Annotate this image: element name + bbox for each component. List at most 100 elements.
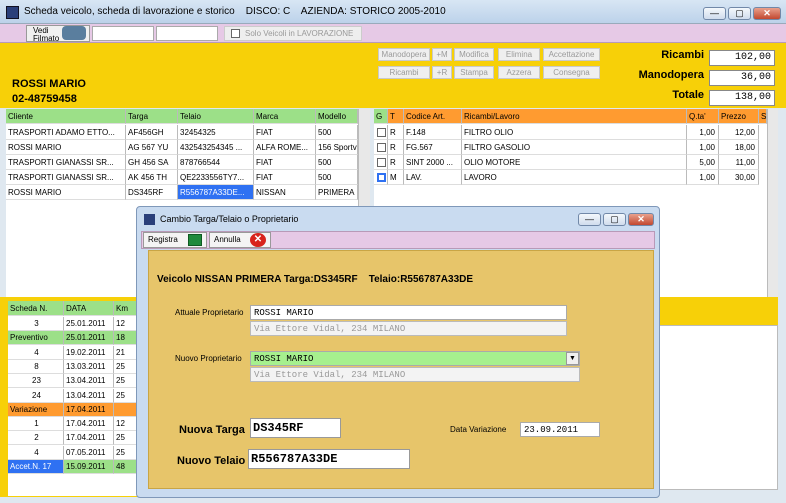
history-cell[interactable]: 17.04.2011: [64, 431, 114, 446]
vehicle-cell[interactable]: AK 456 TH: [126, 170, 178, 185]
stampa-button[interactable]: Stampa: [454, 66, 494, 79]
history-cell[interactable]: 19.02.2011: [64, 345, 114, 360]
col-ricambi-lavoro[interactable]: Ricambi/Lavoro: [462, 109, 687, 124]
vehicle-cell[interactable]: 32454325: [178, 125, 254, 140]
col-t[interactable]: T: [388, 109, 404, 124]
part-cell[interactable]: F.148: [404, 125, 462, 140]
vehicle-cell[interactable]: ROSSI MARIO: [6, 185, 126, 200]
maximize-button[interactable]: ▢: [728, 7, 751, 20]
row-checkbox[interactable]: [377, 128, 386, 137]
vehicle-cell[interactable]: AF456GH: [126, 125, 178, 140]
history-cell[interactable]: 17.04.2011: [64, 402, 114, 417]
part-cell[interactable]: R: [388, 155, 404, 170]
part-cell[interactable]: LAV.: [404, 170, 462, 185]
col-telaio[interactable]: Telaio: [178, 109, 254, 124]
vehicle-cell[interactable]: FIAT: [254, 125, 316, 140]
part-cell[interactable]: R: [388, 125, 404, 140]
add-ricambi-button[interactable]: +R: [432, 66, 452, 79]
manodopera-button[interactable]: Manodopera: [378, 48, 430, 61]
part-cell[interactable]: 1,00: [687, 140, 719, 155]
history-cell[interactable]: 13.03.2011: [64, 359, 114, 374]
attuale-proprietario-field[interactable]: ROSSI MARIO: [250, 305, 567, 320]
col-cliente[interactable]: Cliente: [6, 109, 126, 124]
history-cell[interactable]: 13.04.2011: [64, 388, 114, 403]
vehicle-cell[interactable]: GH 456 SA: [126, 155, 178, 170]
parts-scrollbar[interactable]: [767, 109, 778, 297]
vehicle-cell[interactable]: NISSAN: [254, 185, 316, 200]
history-cell[interactable]: 23: [8, 374, 64, 389]
vehicle-cell[interactable]: ROSSI MARIO: [6, 140, 126, 155]
vehicle-cell[interactable]: 156 Sportv: [316, 140, 358, 155]
minimize-button[interactable]: —: [703, 7, 726, 20]
part-cell[interactable]: 18,00: [719, 140, 759, 155]
col-marca[interactable]: Marca: [254, 109, 316, 124]
dialog-maximize-button[interactable]: ▢: [603, 213, 626, 226]
vehicle-cell[interactable]: DS345RF: [126, 185, 178, 200]
vehicle-cell[interactable]: ALFA ROME...: [254, 140, 316, 155]
consegna-button[interactable]: Consegna: [543, 66, 600, 79]
history-cell[interactable]: 3: [8, 317, 64, 331]
history-cell[interactable]: 13.04.2011: [64, 374, 114, 389]
history-cell[interactable]: 2: [8, 431, 64, 446]
vehicle-cell[interactable]: QE2233556TY7...: [178, 170, 254, 185]
history-cell[interactable]: 17.04.2011: [64, 417, 114, 432]
col-data[interactable]: DATA: [64, 301, 114, 316]
history-cell[interactable]: 25.01.2011: [64, 331, 114, 346]
vehicle-cell[interactable]: TRASPORTI GIANASSI SR...: [6, 170, 126, 185]
part-cell[interactable]: LAVORO: [462, 170, 687, 185]
part-cell[interactable]: FILTRO OLIO: [462, 125, 687, 140]
add-manodopera-button[interactable]: +M: [432, 48, 452, 61]
solo-veicoli-toggle[interactable]: Solo Veicoli in LAVORAZIONE: [224, 26, 362, 41]
vehicle-cell[interactable]: PRIMERA: [316, 185, 358, 200]
part-cell[interactable]: 12,00: [719, 125, 759, 140]
part-cell[interactable]: 30,00: [719, 170, 759, 185]
accettazione-button[interactable]: Accettazione: [543, 48, 600, 61]
part-cell[interactable]: 1,00: [687, 125, 719, 140]
nuovo-proprietario-select[interactable]: ROSSI MARIO: [250, 351, 580, 366]
modifica-button[interactable]: Modifica: [454, 48, 494, 61]
part-cell[interactable]: FILTRO GASOLIO: [462, 140, 687, 155]
dialog-minimize-button[interactable]: —: [578, 213, 601, 226]
history-cell[interactable]: 4: [8, 345, 64, 360]
close-button[interactable]: ✕: [753, 7, 781, 20]
vehicle-cell[interactable]: TRASPORTI ADAMO ETTO...: [6, 125, 126, 140]
row-checkbox[interactable]: [377, 173, 386, 182]
history-cell[interactable]: Accet.N. 17: [8, 460, 64, 474]
row-checkbox[interactable]: [377, 158, 386, 167]
nuova-targa-field[interactable]: DS345RF: [250, 418, 341, 438]
part-cell[interactable]: 1,00: [687, 170, 719, 185]
ricambi-button[interactable]: Ricambi: [378, 66, 430, 79]
vehicle-cell[interactable]: 500: [316, 170, 358, 185]
part-cell[interactable]: FG.567: [404, 140, 462, 155]
solo-veicoli-checkbox[interactable]: [231, 29, 240, 38]
vehicle-cell[interactable]: 432543254345 ...: [178, 140, 254, 155]
history-cell[interactable]: 1: [8, 417, 64, 432]
history-cell[interactable]: 15.09.2011: [64, 460, 114, 474]
col-scheda[interactable]: Scheda N.: [8, 301, 64, 316]
history-cell[interactable]: 07.05.2011: [64, 445, 114, 460]
col-g[interactable]: G: [374, 109, 388, 124]
vehicle-cell[interactable]: FIAT: [254, 155, 316, 170]
data-variazione-field[interactable]: 23.09.2011: [520, 422, 600, 437]
part-cell[interactable]: 11,00: [719, 155, 759, 170]
history-cell[interactable]: 24: [8, 388, 64, 403]
part-cell[interactable]: 5,00: [687, 155, 719, 170]
chevron-down-icon[interactable]: ▼: [566, 352, 579, 365]
col-codice[interactable]: Codice Art.: [404, 109, 462, 124]
azzera-button[interactable]: Azzera: [498, 66, 540, 79]
toolbar-field-1[interactable]: [92, 26, 154, 41]
col-qta[interactable]: Q.ta': [687, 109, 719, 124]
col-targa[interactable]: Targa: [126, 109, 178, 124]
elimina-button[interactable]: Elimina: [498, 48, 540, 61]
history-cell[interactable]: 8: [8, 359, 64, 374]
vehicle-cell[interactable]: 500: [316, 155, 358, 170]
history-cell[interactable]: Variazione: [8, 402, 64, 417]
col-modello[interactable]: Modello: [316, 109, 358, 124]
history-cell[interactable]: 4: [8, 445, 64, 460]
vehicle-cell[interactable]: 500: [316, 125, 358, 140]
nuovo-telaio-field[interactable]: R556787A33DE: [248, 449, 410, 469]
registra-button[interactable]: Registra: [143, 232, 207, 248]
col-s[interactable]: S: [759, 109, 767, 124]
part-cell[interactable]: SINT 2000 ...: [404, 155, 462, 170]
row-checkbox[interactable]: [377, 143, 386, 152]
